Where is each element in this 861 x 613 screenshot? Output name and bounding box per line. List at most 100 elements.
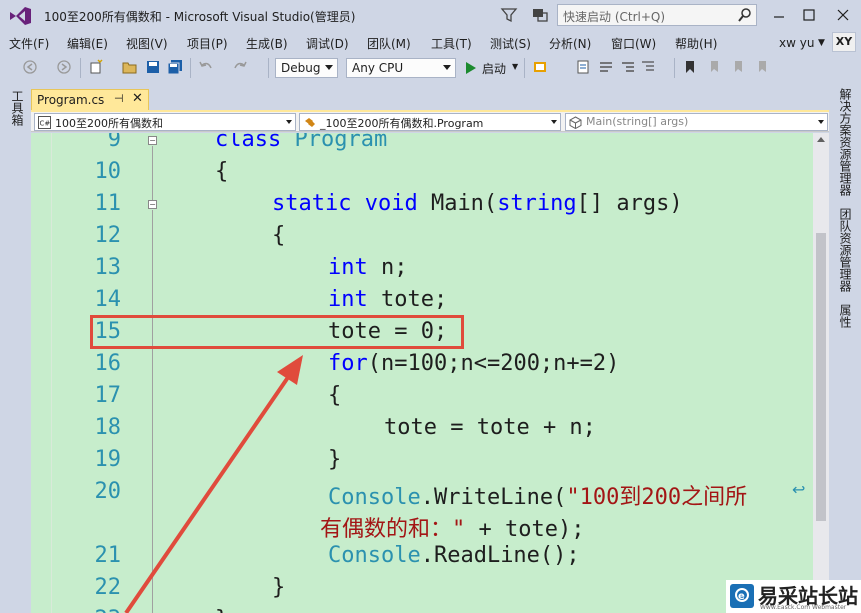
svg-text:C#: C#	[40, 120, 51, 128]
title-bar: 100至200所有偶数和 - Microsoft Visual Studio(管…	[0, 0, 861, 32]
type-name: Program	[294, 133, 388, 152]
close-button[interactable]	[829, 3, 857, 27]
outdent-icon[interactable]	[640, 59, 656, 75]
toolbar-separator	[190, 58, 191, 78]
forward-icon[interactable]	[56, 59, 72, 75]
code-text: n;	[367, 255, 408, 280]
standard-toolbar: Debug Any CPU	[0, 55, 861, 81]
menu-build[interactable]: 生成(B)	[246, 35, 288, 52]
tab-program-cs[interactable]: Program.cs ⊣ ✕	[31, 89, 149, 111]
collapse-toggle[interactable]: −	[148, 200, 157, 209]
menu-window[interactable]: 窗口(W)	[611, 35, 656, 52]
quick-launch-input[interactable]: 快速启动 (Ctrl+Q)	[557, 4, 757, 26]
class-icon	[305, 118, 315, 127]
code-text: .WriteLine(	[420, 485, 567, 510]
save-all-icon[interactable]	[167, 59, 183, 75]
vertical-scrollbar[interactable]	[813, 133, 829, 613]
collapse-toggle[interactable]: −	[148, 136, 157, 145]
scroll-up-icon[interactable]	[817, 137, 825, 142]
team-explorer-tab[interactable]: 团队资源管理器	[837, 208, 854, 292]
close-icon[interactable]: ✕	[132, 91, 143, 106]
menu-view[interactable]: 视图(V)	[126, 35, 168, 52]
chevron-down-icon: ▼	[512, 62, 519, 71]
chevron-down-icon	[551, 120, 557, 124]
line-number: 19	[94, 447, 122, 472]
platform-select[interactable]: Any CPU	[346, 58, 456, 78]
back-icon[interactable]	[22, 59, 38, 75]
line-number: 17	[94, 383, 122, 408]
menu-edit[interactable]: 编辑(E)	[67, 35, 108, 52]
chevron-down-icon[interactable]: ▼	[818, 38, 825, 48]
uncomment-icon[interactable]	[620, 59, 636, 75]
next-bookmark-icon[interactable]	[730, 59, 746, 75]
outline-guide	[152, 210, 153, 613]
menu-help[interactable]: 帮助(H)	[675, 35, 717, 52]
toolbar-separator	[80, 58, 81, 78]
highlight-box	[90, 315, 464, 349]
undo-icon[interactable]	[198, 59, 214, 75]
minimize-button[interactable]	[765, 3, 793, 27]
chevron-down-icon	[443, 65, 451, 70]
menu-debug[interactable]: 调试(D)	[306, 35, 349, 52]
step-into-icon[interactable]	[575, 59, 591, 75]
keyword: static void	[272, 191, 418, 216]
filter-icon[interactable]	[500, 6, 518, 24]
keyword: for	[328, 351, 368, 376]
class-name: _100至200所有偶数和.Program	[320, 117, 484, 130]
line-number: 18	[94, 415, 122, 440]
browser-link-icon[interactable]	[532, 59, 548, 75]
play-icon	[466, 62, 476, 74]
project-dropdown[interactable]: C# 100至200所有偶数和	[34, 113, 296, 131]
maximize-button[interactable]	[795, 3, 823, 27]
configuration-select[interactable]: Debug	[275, 58, 338, 78]
menu-file[interactable]: 文件(F)	[9, 35, 49, 52]
clear-bookmarks-icon[interactable]	[754, 59, 770, 75]
code-text: Main(	[417, 191, 498, 216]
navigation-bar: C# 100至200所有偶数和 _100至200所有偶数和.Program Ma…	[31, 112, 829, 132]
type-name: Console	[328, 485, 421, 510]
string-literal: 有偶数的和："	[320, 517, 466, 542]
outline-guide	[152, 146, 153, 200]
scrollbar-thumb[interactable]	[816, 233, 826, 521]
menu-analyze[interactable]: 分析(N)	[549, 35, 591, 52]
platform-value: Any CPU	[352, 61, 404, 75]
class-dropdown[interactable]: _100至200所有偶数和.Program	[299, 113, 561, 131]
redo-icon[interactable]	[232, 59, 248, 75]
code-line: for(n=100;n<=200;n+=2)	[328, 351, 619, 376]
avatar[interactable]: XY	[832, 32, 856, 52]
prev-bookmark-icon[interactable]	[706, 59, 722, 75]
menu-test[interactable]: 测试(S)	[490, 35, 531, 52]
user-name[interactable]: xw yu	[779, 36, 814, 50]
code-editor[interactable]: 9 10 11 12 13 14 15 16 17 18 19 20 21 22…	[31, 133, 813, 613]
menu-team[interactable]: 团队(M)	[367, 35, 411, 52]
new-project-icon[interactable]	[88, 59, 104, 75]
save-icon[interactable]	[145, 59, 161, 75]
comment-icon[interactable]	[598, 59, 614, 75]
toolbox-tab[interactable]: 工具箱	[9, 90, 26, 126]
chevron-down-icon	[286, 120, 292, 124]
code-line: static void Main(string[] args)	[272, 191, 683, 216]
code-line-wrapped: 有偶数的和：" + tote);	[320, 511, 584, 543]
line-number: 21	[94, 543, 122, 568]
code-line: class Program	[215, 133, 387, 152]
code-text: tote;	[367, 287, 448, 312]
configuration-value: Debug	[281, 61, 321, 75]
solution-explorer-tab[interactable]: 解决方案资源管理器	[837, 88, 854, 196]
pin-icon[interactable]: ⊣	[114, 92, 124, 105]
member-dropdown[interactable]: Main(string[] args)	[565, 113, 828, 131]
keyword: int	[328, 255, 368, 280]
properties-tab[interactable]: 属性	[837, 304, 854, 328]
start-label: 启动	[482, 62, 507, 76]
search-icon[interactable]	[737, 7, 753, 23]
right-dock-strip: 解决方案资源管理器 团队资源管理器 属性	[829, 84, 861, 613]
open-file-icon[interactable]	[122, 59, 138, 75]
code-text: .ReadLine();	[420, 543, 580, 568]
menu-tools[interactable]: 工具(T)	[431, 35, 472, 52]
visual-studio-logo-icon	[10, 7, 31, 25]
watermark: e 易采站长站 Www.Easck.Com Webmaster	[726, 580, 861, 613]
bookmark-icon[interactable]	[682, 59, 698, 75]
menu-project[interactable]: 项目(P)	[187, 35, 228, 52]
code-text: [] args)	[576, 191, 683, 216]
code-line: Console.WriteLine("100到200之间所	[328, 479, 747, 511]
feedback-icon[interactable]	[531, 6, 549, 24]
